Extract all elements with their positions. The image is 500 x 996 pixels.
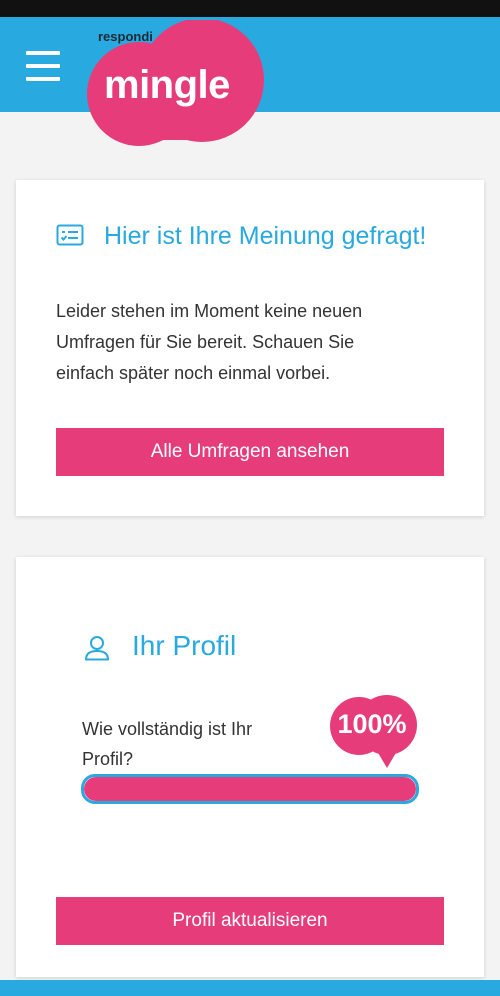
hamburger-menu-icon[interactable] <box>26 51 60 81</box>
logo-brand-text: respondi <box>98 29 153 44</box>
profile-progress-fill <box>84 777 416 801</box>
status-bar <box>0 0 500 17</box>
completion-badge: 100% <box>322 688 422 772</box>
user-icon <box>84 635 110 666</box>
survey-card-title: Hier ist Ihre Meinung gefragt! <box>104 222 427 250</box>
main-content: Hier ist Ihre Meinung gefragt! Leider st… <box>0 112 500 980</box>
profile-card-title: Ihr Profil <box>132 630 237 661</box>
all-surveys-button[interactable]: Alle Umfragen ansehen <box>56 428 444 476</box>
logo-name-text: mingle <box>104 63 230 107</box>
survey-card-text: Leider stehen im Moment keine neuen Umfr… <box>56 301 363 383</box>
profile-completion-question: Wie vollständig ist Ihr Profil? <box>82 719 253 769</box>
profile-card: Ihr Profil Wie vollständig ist Ihr Profi… <box>16 557 484 977</box>
survey-card: Hier ist Ihre Meinung gefragt! Leider st… <box>16 180 484 516</box>
bottom-bar <box>0 980 500 996</box>
profile-progress-bar <box>81 774 419 804</box>
completion-percent: 100% <box>337 709 407 739</box>
update-profile-button[interactable]: Profil aktualisieren <box>56 897 444 945</box>
app-logo[interactable]: respondi mingle <box>84 20 269 146</box>
